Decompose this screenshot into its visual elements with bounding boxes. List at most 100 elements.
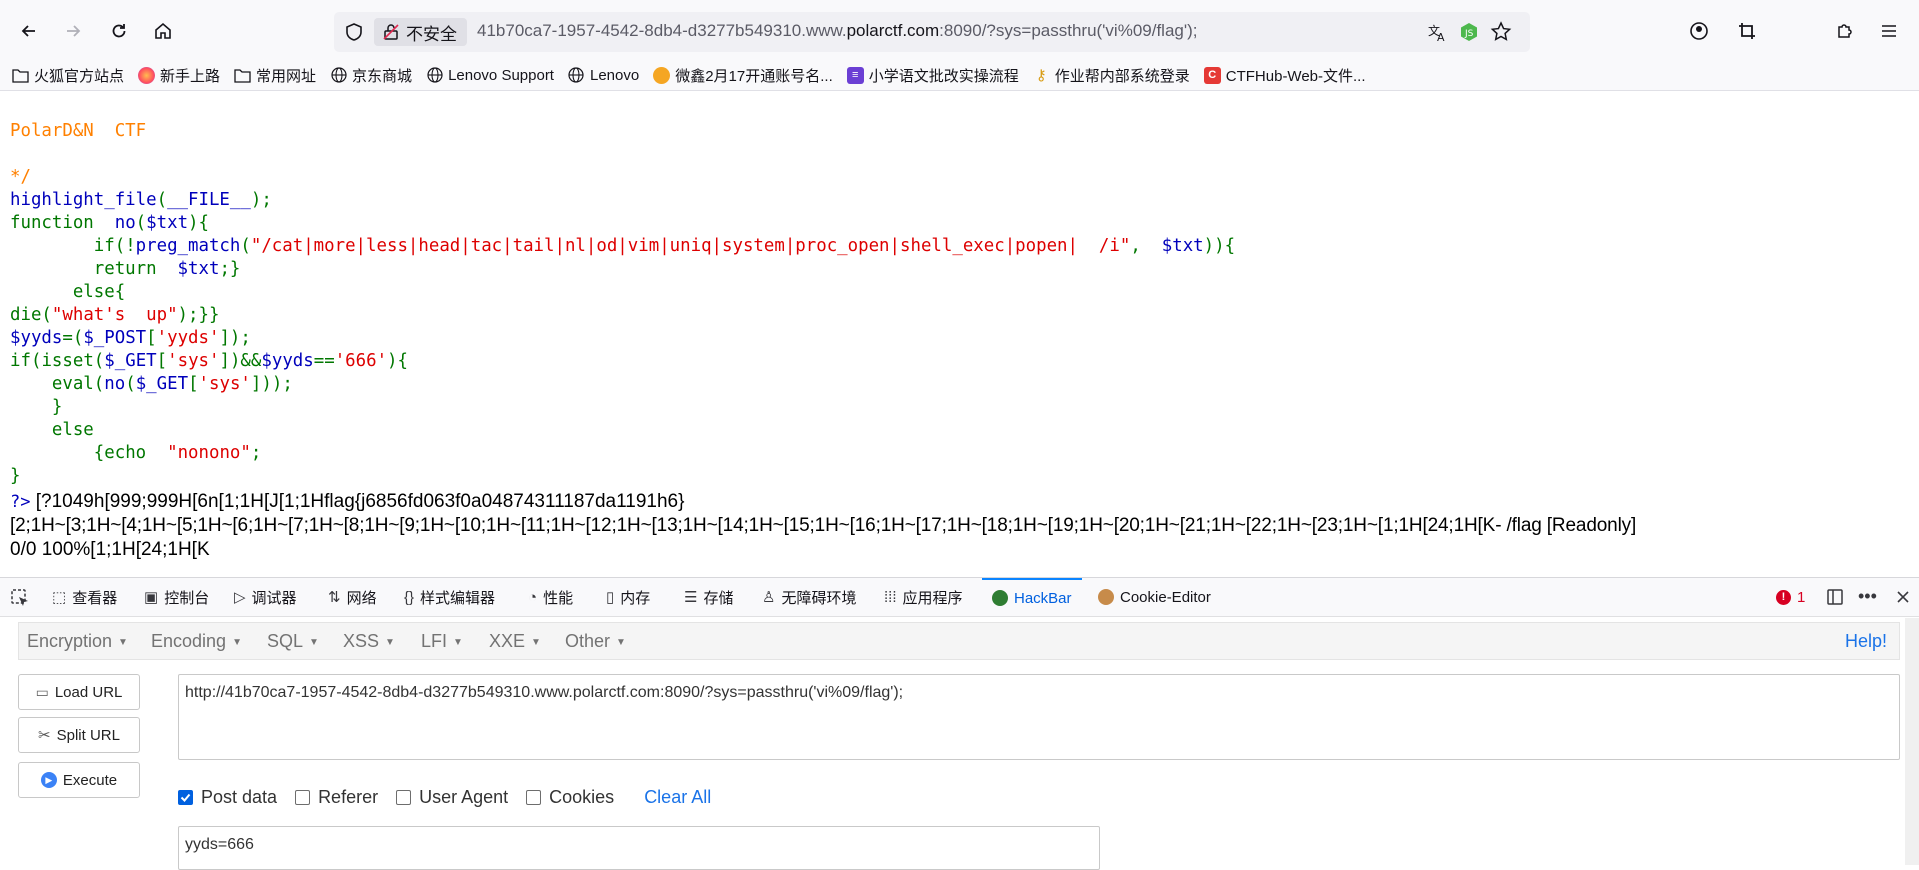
- bookmark-star-icon[interactable]: [1490, 21, 1512, 43]
- checkbox-icon[interactable]: [396, 789, 412, 805]
- tab-performance[interactable]: ◔ 性能: [528, 578, 573, 616]
- svg-text:A: A: [1437, 31, 1445, 43]
- split-url-button[interactable]: ✂ Split URL: [18, 717, 140, 753]
- screenshot-button[interactable]: [1730, 14, 1764, 48]
- post-data-option[interactable]: Post data: [178, 787, 277, 808]
- menu-button[interactable]: [1872, 14, 1906, 48]
- code-token: $yyds: [261, 351, 314, 371]
- help-link[interactable]: Help!: [1845, 631, 1887, 652]
- forward-button[interactable]: [56, 14, 90, 48]
- tab-label: 性能: [543, 589, 574, 607]
- output-line-2: [2;1H~[3;1H~[4;1H~[5;1H~[6;1H~[7;1H~[8;1…: [10, 515, 1637, 536]
- tab-style-editor[interactable]: {} 样式编辑器: [404, 578, 495, 616]
- bookmark-item[interactable]: 京东商城: [330, 65, 412, 86]
- tab-network[interactable]: ⇅ 网络: [328, 578, 377, 616]
- play-icon: ▶: [40, 772, 57, 788]
- tab-accessibility[interactable]: ♙ 无障碍环境: [762, 578, 856, 616]
- url-prefix: 41b70ca7-1957-4542-8db4-d3277b549310.www…: [477, 21, 847, 40]
- caret-down-icon: ▼: [118, 637, 128, 648]
- checkbox-checked-icon[interactable]: [178, 789, 193, 805]
- console-icon: ▣: [144, 589, 159, 606]
- checkbox-icon[interactable]: [295, 789, 311, 805]
- hackbar-options: Post data Referer User Agent Cookies Cle…: [178, 783, 711, 811]
- accessibility-icon: ♙: [762, 589, 776, 606]
- tab-storage[interactable]: ☰ 存储: [684, 578, 733, 616]
- account-button[interactable]: [1682, 14, 1716, 48]
- post-data-input[interactable]: yyds=666: [178, 826, 1100, 870]
- bookmark-item[interactable]: 常用网址: [234, 65, 316, 86]
- menu-label: Other: [565, 631, 611, 651]
- code-token: eval: [51, 374, 94, 394]
- error-count: 1: [1797, 588, 1806, 606]
- folder-icon: [12, 67, 29, 84]
- fox-icon: [653, 66, 671, 84]
- menu-xxe[interactable]: XXE ▼: [489, 631, 541, 652]
- bookmark-item[interactable]: ⚷ 作业帮内部系统登录: [1033, 65, 1190, 86]
- bookmark-item[interactable]: 新手上路: [138, 65, 220, 86]
- tab-hackbar[interactable]: HackBar: [982, 578, 1082, 616]
- load-url-button[interactable]: ▭ Load URL: [18, 674, 140, 710]
- caret-down-icon: ▼: [309, 637, 319, 648]
- menu-encryption[interactable]: Encryption ▼: [27, 631, 128, 652]
- menu-encoding[interactable]: Encoding ▼: [151, 631, 242, 652]
- menu-lfi[interactable]: LFI ▼: [421, 631, 463, 652]
- menu-sql[interactable]: SQL ▼: [267, 631, 319, 652]
- back-button[interactable]: [12, 14, 46, 48]
- execute-button[interactable]: ▶ Execute: [18, 762, 140, 798]
- tab-inspector[interactable]: ⬚ 查看器: [52, 578, 117, 616]
- inspector-icon: ⬚: [52, 589, 67, 606]
- url-text[interactable]: 41b70ca7-1957-4542-8db4-d3277b549310.www…: [477, 21, 1198, 41]
- menu-xss[interactable]: XSS ▼: [343, 631, 395, 652]
- bookmark-label: 新手上路: [160, 67, 221, 85]
- bookmark-item[interactable]: C CTFHub-Web-文件...: [1203, 65, 1366, 86]
- close-devtools-icon[interactable]: [1896, 590, 1910, 604]
- globe-icon: [426, 67, 443, 84]
- menu-other[interactable]: Other ▼: [565, 631, 626, 652]
- tab-label: HackBar: [1014, 589, 1072, 607]
- code-token: $yyds: [10, 328, 63, 348]
- error-count-badge[interactable]: ! 1: [1776, 578, 1805, 616]
- comment-close: */: [10, 167, 31, 187]
- bookmark-label: 常用网址: [256, 67, 317, 85]
- tab-application[interactable]: ⁞⁞⁞ 应用程序: [884, 578, 963, 616]
- checkbox-icon[interactable]: [526, 789, 542, 805]
- bookmark-item[interactable]: 微鑫2月17开通账号名...: [653, 65, 833, 86]
- extension-hexagon-icon[interactable]: JS: [1458, 21, 1480, 43]
- clear-all-link[interactable]: Clear All: [644, 787, 711, 808]
- user-agent-option[interactable]: User Agent: [396, 787, 508, 808]
- cookie-icon: [1098, 589, 1114, 605]
- scissors-icon: ✂: [38, 727, 51, 744]
- network-icon: ⇅: [328, 589, 341, 606]
- tracking-shield-icon[interactable]: [344, 22, 364, 42]
- url-bar[interactable]: 不安全 41b70ca7-1957-4542-8db4-d3277b549310…: [334, 12, 1530, 52]
- insecure-lock-icon: [383, 24, 399, 40]
- tab-cookie-editor[interactable]: Cookie-Editor: [1098, 578, 1211, 616]
- home-button[interactable]: [146, 14, 180, 48]
- code-token: if: [10, 351, 31, 371]
- debugger-icon: ▷: [234, 589, 246, 606]
- bookmark-item[interactable]: Lenovo: [568, 67, 639, 84]
- dock-toggle-icon[interactable]: [1826, 588, 1844, 606]
- url-textarea[interactable]: http://41b70ca7-1957-4542-8db4-d3277b549…: [178, 674, 1900, 760]
- bookmark-label: 微鑫2月17开通账号名...: [675, 67, 833, 85]
- option-label: User Agent: [419, 786, 509, 807]
- bookmark-item[interactable]: 火狐官方站点: [12, 65, 124, 86]
- bookmark-item[interactable]: ≡ 小学语文批改实操流程: [846, 65, 1019, 86]
- more-options-icon[interactable]: •••: [1858, 586, 1877, 607]
- devtools-scrollbar[interactable]: [1905, 618, 1919, 865]
- translate-icon[interactable]: 文A: [1426, 21, 1448, 43]
- element-picker-icon[interactable]: [10, 588, 30, 608]
- site-security-indicator[interactable]: 不安全: [374, 18, 467, 46]
- code-token: __FILE__: [167, 190, 251, 210]
- tab-console[interactable]: ▣ 控制台: [144, 578, 209, 616]
- tab-label: Cookie-Editor: [1120, 588, 1211, 606]
- devtools-panel: ⬚ 查看器 ▣ 控制台 ▷ 调试器 ⇅ 网络 {} 样式编辑器 ◔ 性能 ▯ 内存 ☰ 存储 ♙…: [0, 577, 1919, 870]
- tab-memory[interactable]: ▯ 内存: [606, 578, 650, 616]
- referer-option[interactable]: Referer: [295, 787, 378, 808]
- code-token: if: [93, 236, 115, 256]
- extensions-button[interactable]: [1828, 14, 1862, 48]
- bookmark-item[interactable]: Lenovo Support: [426, 67, 554, 84]
- tab-debugger[interactable]: ▷ 调试器: [234, 578, 297, 616]
- cookies-option[interactable]: Cookies: [526, 787, 614, 808]
- reload-button[interactable]: [102, 14, 136, 48]
